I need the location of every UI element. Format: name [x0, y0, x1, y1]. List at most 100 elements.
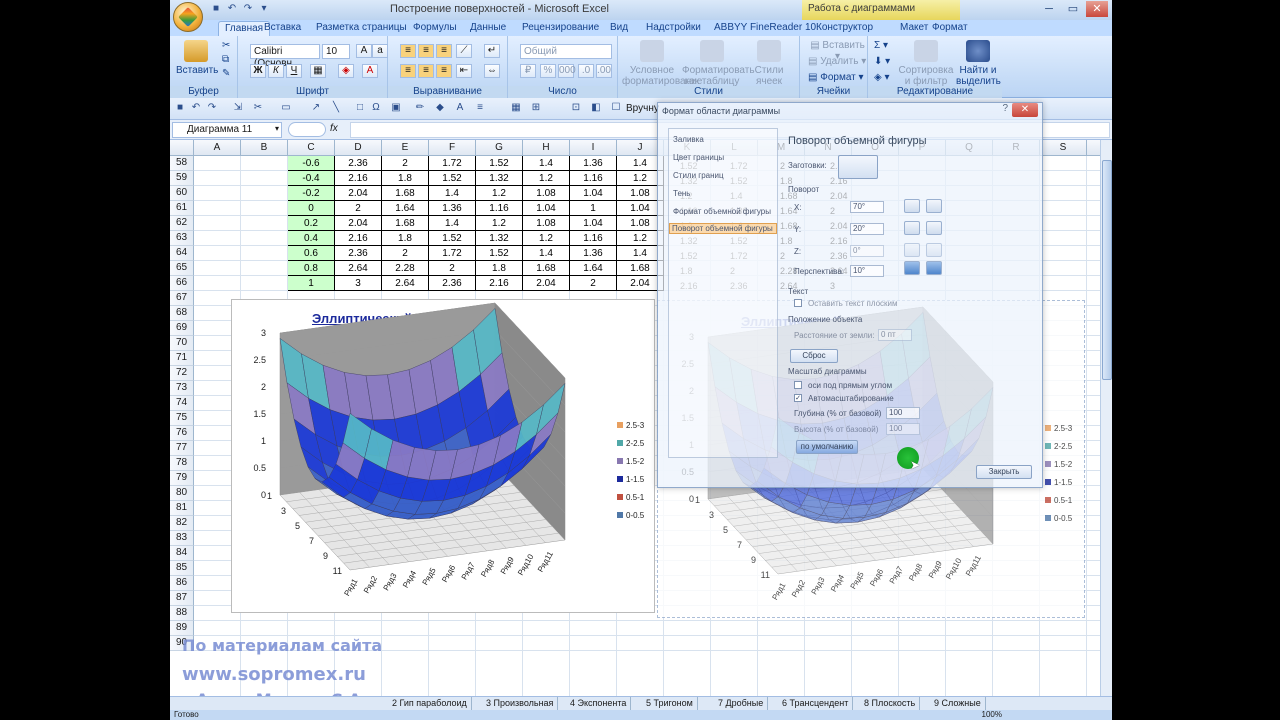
- row-header-58[interactable]: 58: [170, 156, 194, 171]
- table-cell[interactable]: 1.4: [429, 216, 476, 231]
- table-cell[interactable]: 2: [570, 276, 617, 291]
- surface-chart-left[interactable]: Эллиптический параболоид 32.521.510.5013…: [231, 299, 655, 613]
- number-format-combo[interactable]: Общий: [520, 44, 612, 59]
- row-header-89[interactable]: 89: [170, 621, 194, 636]
- undo-small-icon[interactable]: ↶: [190, 102, 202, 114]
- row-header-67[interactable]: 67: [170, 291, 194, 306]
- textbox-icon[interactable]: ▭: [280, 102, 292, 114]
- redo-icon[interactable]: ↷: [242, 3, 254, 15]
- orientation-icon[interactable]: ⟋: [456, 44, 472, 58]
- table-cell[interactable]: 1.8: [382, 171, 429, 186]
- row-header-77[interactable]: 77: [170, 441, 194, 456]
- table-cell[interactable]: 1.8: [382, 231, 429, 246]
- tab-review[interactable]: Рецензирование: [522, 21, 599, 36]
- table-cell[interactable]: 1.04: [523, 201, 570, 216]
- tab-abbyy[interactable]: ABBYY FineReader 10: [714, 21, 816, 36]
- row-header-69[interactable]: 69: [170, 321, 194, 336]
- format-painter-icon[interactable]: ✎: [222, 68, 230, 79]
- sheet-tab-2[interactable]: 2 Гип параболоид: [388, 697, 472, 710]
- widen-field-icon[interactable]: [926, 261, 942, 275]
- row-header-86[interactable]: 86: [170, 576, 194, 591]
- nav-fill[interactable]: Заливка: [673, 135, 704, 144]
- table-cell[interactable]: 1.32: [476, 171, 523, 186]
- row-header-70[interactable]: 70: [170, 336, 194, 351]
- align-top-icon[interactable]: ≡: [400, 44, 416, 58]
- table-cell[interactable]: 1.68: [382, 186, 429, 201]
- perspective-input[interactable]: 10°: [850, 265, 884, 277]
- comma-icon[interactable]: 000: [558, 64, 576, 78]
- decrease-decimal-icon[interactable]: .00: [596, 64, 612, 78]
- table-cell[interactable]: 1.32: [476, 231, 523, 246]
- nav-border-color[interactable]: Цвет границы: [673, 153, 724, 162]
- table-cell[interactable]: 2.36: [429, 276, 476, 291]
- default-button[interactable]: по умолчанию: [796, 440, 858, 454]
- table-cell[interactable]: 2.36: [335, 156, 382, 171]
- grow-font-icon[interactable]: A: [356, 44, 372, 58]
- tab-format[interactable]: Формат: [932, 21, 968, 36]
- autoscale-checkbox[interactable]: ✓: [794, 394, 802, 402]
- table-cell[interactable]: 1.2: [476, 216, 523, 231]
- nav-3d-rotation[interactable]: Поворот объемной фигуры: [669, 223, 777, 234]
- presets-dropdown[interactable]: [838, 155, 878, 179]
- indent-icon[interactable]: ⇤: [456, 64, 472, 78]
- row-header-65[interactable]: 65: [170, 261, 194, 276]
- rotate-ccw-icon[interactable]: [904, 243, 920, 257]
- name-box[interactable]: Диаграмма 11: [172, 122, 282, 138]
- row-header-78[interactable]: 78: [170, 456, 194, 471]
- table-cell[interactable]: 2.04: [335, 186, 382, 201]
- table-cell[interactable]: 2: [335, 201, 382, 216]
- sheet-tab-4[interactable]: 4 Экспонента: [566, 697, 632, 710]
- row-header-60[interactable]: 60: [170, 186, 194, 201]
- table-cell[interactable]: 1.52: [429, 231, 476, 246]
- height-input[interactable]: 100: [886, 423, 920, 435]
- office-button[interactable]: [173, 2, 203, 32]
- underline-icon[interactable]: Ч: [286, 64, 302, 78]
- line-icon[interactable]: ╲: [330, 102, 342, 114]
- align-bottom-icon[interactable]: ≡: [436, 44, 452, 58]
- tab-home[interactable]: Главная: [218, 21, 271, 36]
- row-header-85[interactable]: 85: [170, 561, 194, 576]
- align-right-icon[interactable]: ≡: [436, 64, 452, 78]
- align-left-icon[interactable]: ≡: [400, 64, 416, 78]
- table-cell[interactable]: 2.04: [523, 276, 570, 291]
- row-header-81[interactable]: 81: [170, 501, 194, 516]
- row-header-82[interactable]: 82: [170, 516, 194, 531]
- table-cell[interactable]: 0.6: [288, 246, 335, 261]
- tab-design[interactable]: Конструктор: [816, 21, 873, 36]
- dialog-close-button[interactable]: Закрыть: [976, 465, 1032, 479]
- table-cell[interactable]: 1.64: [382, 201, 429, 216]
- table-cell[interactable]: 1.08: [523, 186, 570, 201]
- zoom-level[interactable]: 100%: [982, 710, 1002, 720]
- sheet-tab-3[interactable]: 3 Произвольная: [482, 697, 559, 710]
- table-cell[interactable]: 1.4: [523, 246, 570, 261]
- table-cell[interactable]: 2.16: [335, 171, 382, 186]
- increase-decimal-icon[interactable]: .0: [578, 64, 594, 78]
- table-cell[interactable]: 1: [570, 201, 617, 216]
- save-small-icon[interactable]: ■: [174, 102, 186, 114]
- table-cell[interactable]: 2: [429, 261, 476, 276]
- table-cell[interactable]: 1.68: [523, 261, 570, 276]
- column-header-s[interactable]: S: [1040, 140, 1087, 156]
- table-cell[interactable]: 1.52: [476, 156, 523, 171]
- shadow-small-icon[interactable]: ◧: [590, 102, 602, 114]
- currency-icon[interactable]: ₽: [520, 64, 536, 78]
- y-rotation-input[interactable]: 20°: [850, 223, 884, 235]
- minimize-icon[interactable]: ─: [1038, 1, 1060, 17]
- scroll-thumb[interactable]: [1102, 160, 1112, 380]
- fx-icon[interactable]: fx: [330, 123, 338, 134]
- tab-layout[interactable]: Макет: [900, 21, 928, 36]
- rectangle-icon[interactable]: □: [354, 102, 366, 114]
- row-header-63[interactable]: 63: [170, 231, 194, 246]
- sheet-tab-6[interactable]: 6 Трансцендент: [778, 697, 854, 710]
- row-header-76[interactable]: 76: [170, 426, 194, 441]
- narrow-field-icon[interactable]: [904, 261, 920, 275]
- bold-icon[interactable]: Ж: [250, 64, 266, 78]
- distribute-small-icon[interactable]: ⊞: [530, 102, 542, 114]
- borders-icon[interactable]: ▦: [310, 64, 326, 78]
- column-header-g[interactable]: G: [476, 140, 523, 156]
- tab-formulas[interactable]: Формулы: [413, 21, 457, 36]
- format-table-button[interactable]: Форматировать как таблицу: [682, 40, 755, 87]
- row-header-59[interactable]: 59: [170, 171, 194, 186]
- row-header-74[interactable]: 74: [170, 396, 194, 411]
- font-color-icon[interactable]: A: [362, 64, 378, 78]
